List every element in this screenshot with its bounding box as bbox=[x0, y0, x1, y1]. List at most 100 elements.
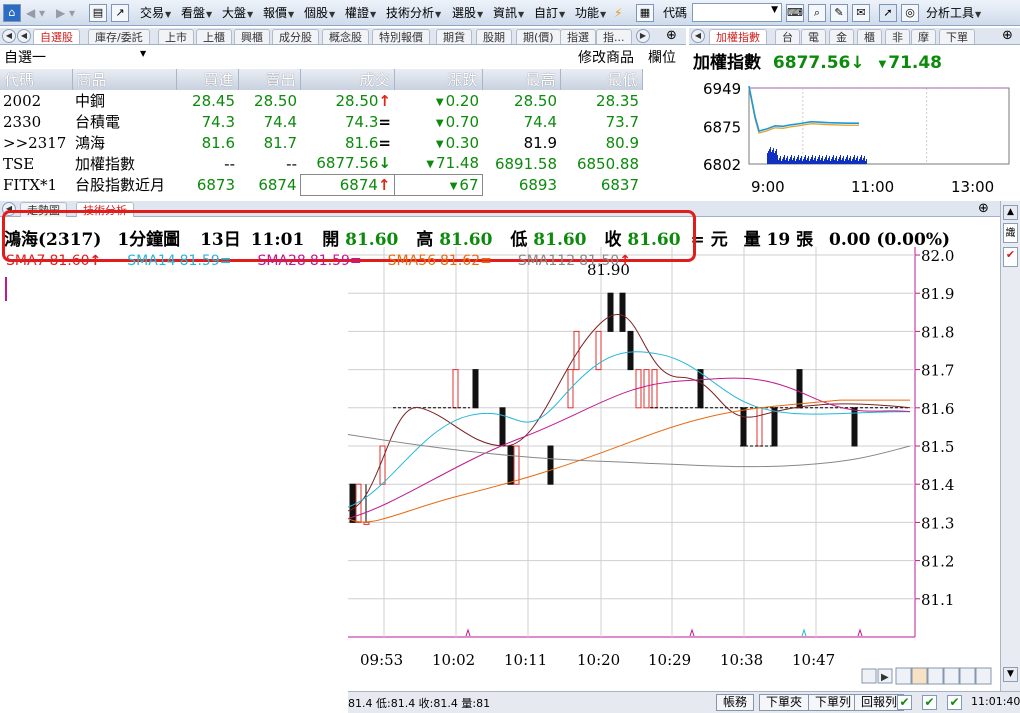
tools-icon[interactable]: ✎ bbox=[830, 4, 848, 22]
alert-icon[interactable]: ✉ bbox=[852, 4, 870, 22]
tab-quote-11[interactable]: 指選 bbox=[560, 29, 596, 44]
tab-index-1[interactable]: 台 bbox=[775, 29, 800, 44]
status-button-1[interactable]: 下單夾 bbox=[759, 694, 810, 711]
menu-2[interactable]: 大盤▼ bbox=[222, 4, 253, 22]
ma-legend-item: SMA7 81.60↑ bbox=[6, 253, 101, 269]
calendar-icon[interactable]: ▦ bbox=[636, 4, 654, 22]
tab-index-3[interactable]: 金 bbox=[829, 29, 854, 44]
scroll-up-icon[interactable]: ▲ bbox=[1003, 205, 1018, 220]
tab-quote-3[interactable]: 上櫃 bbox=[196, 29, 232, 44]
zoom-icon[interactable]: ⊕ bbox=[1002, 28, 1013, 43]
zoom-icon[interactable]: ⊕ bbox=[978, 201, 989, 216]
forward-icon[interactable]: ▶ ▾ bbox=[56, 4, 75, 22]
col-header-ask[interactable]: 賣出 bbox=[238, 69, 301, 90]
menu-9[interactable]: 自訂▼ bbox=[534, 4, 565, 22]
home-icon[interactable]: ⌂ bbox=[3, 4, 21, 22]
index-volume-bar bbox=[857, 156, 858, 164]
tab-quote-4[interactable]: 興櫃 bbox=[234, 29, 270, 44]
analysis-tools-menu[interactable]: 分析工具▼ bbox=[926, 4, 981, 22]
checkbox-3[interactable]: ✔ bbox=[947, 695, 962, 710]
col-header-code[interactable]: 代碼 bbox=[0, 69, 73, 90]
index-volume-bar bbox=[865, 161, 866, 164]
tab-index-0[interactable]: 加權指數 bbox=[709, 29, 767, 44]
menu-10[interactable]: 功能▼ bbox=[575, 4, 606, 22]
tab-index-5[interactable]: 非 bbox=[885, 29, 910, 44]
status-button-2[interactable]: 下單列 bbox=[808, 694, 859, 711]
index-volume-bar bbox=[820, 160, 821, 164]
zoom-icon[interactable]: ⊕ bbox=[666, 28, 677, 43]
menu-0[interactable]: 交易▼ bbox=[140, 4, 171, 22]
table-row[interactable]: TSE加權指數----6877.56↓71.486891.586850.88 bbox=[0, 153, 642, 174]
table-row[interactable]: FITX*1台股指數近月687368746874↑6768936837 bbox=[0, 173, 642, 196]
chevron-down-icon[interactable]: ▼ bbox=[771, 5, 778, 15]
index-volume-bar bbox=[824, 159, 825, 164]
tab-next-icon[interactable]: ▶ bbox=[636, 29, 650, 43]
popout-icon[interactable]: ↗ bbox=[111, 4, 129, 22]
table-row[interactable]: 2002中鋼28.4528.5028.50↑0.2028.5028.35 bbox=[0, 90, 642, 111]
chevron-down-icon: ▼ bbox=[518, 10, 525, 19]
tab-index-6[interactable]: 摩 bbox=[911, 29, 936, 44]
tab-index-2[interactable]: 電 bbox=[801, 29, 826, 44]
code-input[interactable]: ▼ bbox=[692, 3, 782, 22]
col-header-high[interactable]: 最高 bbox=[482, 69, 561, 90]
table-row[interactable]: >>2317鴻海81.681.781.6=0.3081.980.9 bbox=[0, 132, 642, 153]
menu-6[interactable]: 技術分析▼ bbox=[386, 4, 441, 22]
x-tick-label: 10:20 bbox=[577, 651, 620, 669]
col-header-bid[interactable]: 買進 bbox=[176, 69, 239, 90]
tab-quote-5[interactable]: 成分股 bbox=[272, 29, 319, 44]
tab-index-4[interactable]: 櫃 bbox=[857, 29, 882, 44]
tab-quote-9[interactable]: 股期 bbox=[476, 29, 512, 44]
cursor-icon[interactable]: ➚ bbox=[879, 4, 897, 22]
ma-mark: ↑ bbox=[619, 253, 631, 269]
tab-prev2-icon[interactable]: ◀ bbox=[17, 29, 31, 43]
menu-1[interactable]: 看盤▼ bbox=[181, 4, 212, 22]
tab-quote-6[interactable]: 概念股 bbox=[322, 29, 369, 44]
index-volume-bar bbox=[839, 157, 840, 164]
col-header-last[interactable]: 成交 bbox=[300, 69, 395, 90]
col-header-low[interactable]: 最低 bbox=[560, 69, 643, 90]
tab-quote-7[interactable]: 特別報價 bbox=[372, 29, 430, 44]
checkbox-1[interactable]: ✔ bbox=[897, 695, 912, 710]
index-volume-bar bbox=[826, 155, 827, 164]
column-button[interactable]: 欄位 bbox=[648, 47, 676, 67]
tab-quote-8[interactable]: 期貨 bbox=[436, 29, 472, 44]
back-icon[interactable]: ◀ ▾ bbox=[26, 4, 45, 22]
table-row[interactable]: 2330台積電74.374.474.3=0.7074.473.7 bbox=[0, 111, 642, 132]
chevron-down-icon[interactable]: ▼ bbox=[140, 49, 146, 58]
col-header-change[interactable]: 漲跌 bbox=[394, 69, 483, 90]
watchlist-select[interactable]: 自選一 bbox=[4, 47, 46, 67]
label-tag-icon[interactable]: 識 bbox=[1003, 223, 1018, 243]
check-tag-icon[interactable]: ✔ bbox=[1003, 247, 1018, 267]
tab-quote-12[interactable]: 指... bbox=[596, 29, 632, 44]
ma-value: 81.59 bbox=[309, 253, 350, 269]
row-low: 73.7 bbox=[605, 112, 639, 131]
modify-item-button[interactable]: 修改商品 bbox=[578, 47, 634, 67]
chevron-down-icon: ▼ bbox=[435, 10, 442, 19]
menu-3[interactable]: 報價▼ bbox=[263, 4, 294, 22]
menu-5[interactable]: 權證▼ bbox=[345, 4, 376, 22]
print-icon[interactable]: ▤ bbox=[89, 4, 107, 22]
menu-8[interactable]: 資訊▼ bbox=[493, 4, 524, 22]
checkbox-2[interactable]: ✔ bbox=[922, 695, 937, 710]
index-volume-bar bbox=[843, 156, 844, 164]
status-button-0[interactable]: 帳務 bbox=[716, 694, 755, 711]
menu-7[interactable]: 選股▼ bbox=[452, 4, 483, 22]
keyboard-icon[interactable]: ⌨ bbox=[786, 4, 804, 22]
col-header-name[interactable]: 商品 bbox=[72, 69, 177, 90]
row-change: 67 bbox=[393, 173, 483, 196]
candlestick-chart[interactable]: 82.081.981.881.781.681.581.481.381.281.1… bbox=[0, 217, 1000, 691]
lightning-icon[interactable]: ⚡ bbox=[614, 4, 622, 22]
tab-quote-0[interactable]: 自選股 bbox=[33, 29, 80, 44]
tab-quote-2[interactable]: 上市 bbox=[158, 29, 194, 44]
tab-prev-icon[interactable]: ◀ bbox=[2, 29, 16, 43]
analysis-icon[interactable]: ◎ bbox=[901, 4, 919, 22]
tab-quote-10[interactable]: 期(價) bbox=[516, 29, 561, 44]
menu-4[interactable]: 個股▼ bbox=[304, 4, 335, 22]
row-high: 28.50 bbox=[514, 91, 557, 110]
scroll-down-icon[interactable]: ▼ bbox=[1003, 667, 1018, 682]
tab-prev-icon[interactable]: ◀ bbox=[691, 29, 705, 43]
search-icon[interactable]: ⌕ bbox=[808, 4, 826, 22]
tab-quote-1[interactable]: 庫存/委託 bbox=[88, 29, 150, 44]
tab-index-7[interactable]: 下單 bbox=[939, 29, 975, 44]
chevron-down-icon: ▼ bbox=[247, 10, 254, 19]
